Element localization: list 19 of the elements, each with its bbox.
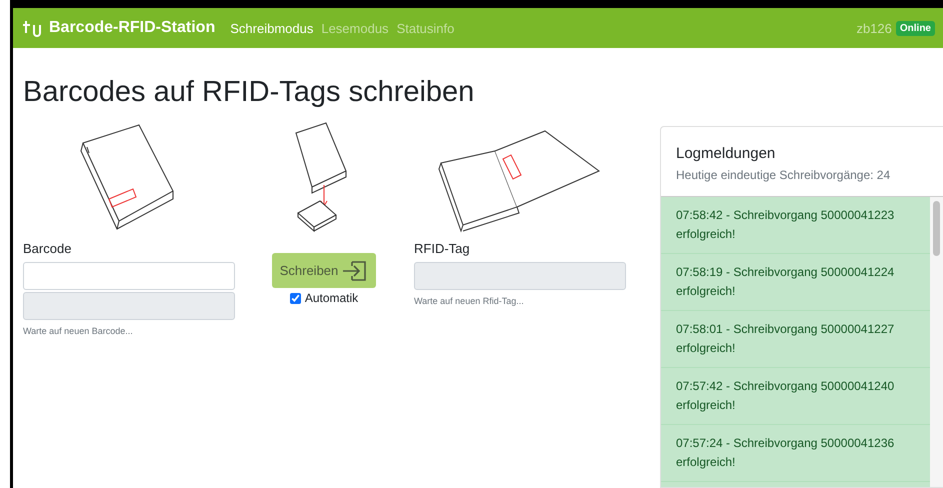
nav-link[interactable]: Lesemodus (321, 20, 389, 36)
checkbox[interactable] (290, 292, 301, 304)
field-label: RFID-Tag (414, 241, 471, 256)
status-badge: Online (896, 20, 935, 36)
status-hint: Warte auf neuen Rfid-Tag... (414, 296, 525, 306)
input-field[interactable] (23, 262, 235, 290)
page-heading: Barcodes auf RFID-Tags schreiben (23, 75, 476, 109)
enter-icon (342, 260, 368, 282)
user-name: zb126 (856, 20, 892, 36)
field-label: Barcode (23, 241, 72, 256)
brand-title[interactable]: Barcode-RFID-Station (49, 19, 216, 37)
panel-subtitle: Heutige eindeutige Schreibvorgänge: 24 (676, 168, 892, 182)
scrollbar[interactable] (930, 197, 943, 487)
nav-link[interactable]: Statusinfo (396, 20, 454, 36)
nav-link[interactable]: Schreibmodus (230, 20, 314, 36)
checkbox-label: Automatik (304, 291, 358, 305)
logo-icon (23, 19, 43, 37)
panel-title: Logmeldungen (676, 145, 776, 162)
status-hint: Warte auf neuen Barcode... (23, 326, 134, 336)
